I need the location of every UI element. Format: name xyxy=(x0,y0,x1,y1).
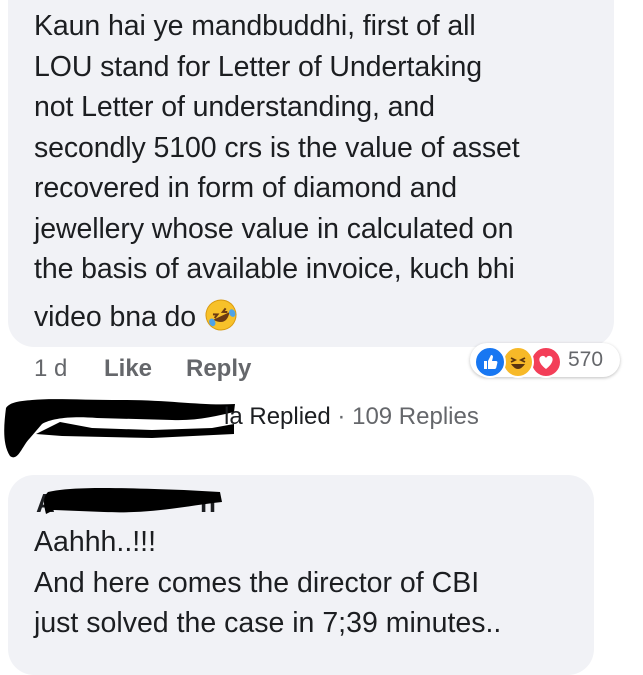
replied-label: Replied xyxy=(249,403,331,430)
replier-name-fragment: la xyxy=(224,403,243,430)
reply-line: And here comes the director of CBI xyxy=(34,566,480,599)
comment-line: jewellery whose value in calculated on xyxy=(34,212,514,245)
redaction-scribble xyxy=(44,488,222,514)
comment-line: LOU stand for Letter of Undertaking xyxy=(34,50,482,83)
comment-timestamp[interactable]: 1 d xyxy=(34,352,67,386)
redaction-scribble xyxy=(4,399,235,458)
reaction-count: 570 xyxy=(568,348,604,371)
reply-line: Aahhh..!!! xyxy=(34,526,157,558)
comment-line: recovered in form of diamond and xyxy=(34,172,457,204)
reply-line: just solved the case in 7;39 minutes.. xyxy=(34,607,502,639)
comment-body: Kaun hai ye mandbuddhi, first of all LOU… xyxy=(34,6,604,337)
replies-count: 109 Replies xyxy=(352,403,479,430)
reply-body: Aahhh..!!! And here comes the director o… xyxy=(34,522,594,644)
reply-button[interactable]: Reply xyxy=(186,352,251,386)
comment-line: Kaun hai ye mandbuddhi, first of all xyxy=(34,10,476,42)
comment-line: the basis of available invoice, kuch bhi xyxy=(34,253,515,285)
like-button[interactable]: Like xyxy=(104,352,152,386)
like-reaction-icon xyxy=(474,346,506,378)
comment-line: not Letter of understanding, and xyxy=(34,91,435,123)
view-replies-link[interactable]: la Replied · 109 Replies xyxy=(224,400,479,434)
comment-line: video bna do xyxy=(34,300,197,333)
love-reaction-icon xyxy=(530,346,562,378)
comment-last-line: video bna do xyxy=(34,297,604,338)
comment-line: secondly 5100 crs is the value of asset xyxy=(34,131,520,164)
haha-reaction-icon xyxy=(502,346,534,378)
separator-dot: · xyxy=(337,403,346,430)
rolling-laughing-emoji-icon xyxy=(205,299,237,330)
reactions-summary[interactable]: 570 xyxy=(470,343,620,378)
